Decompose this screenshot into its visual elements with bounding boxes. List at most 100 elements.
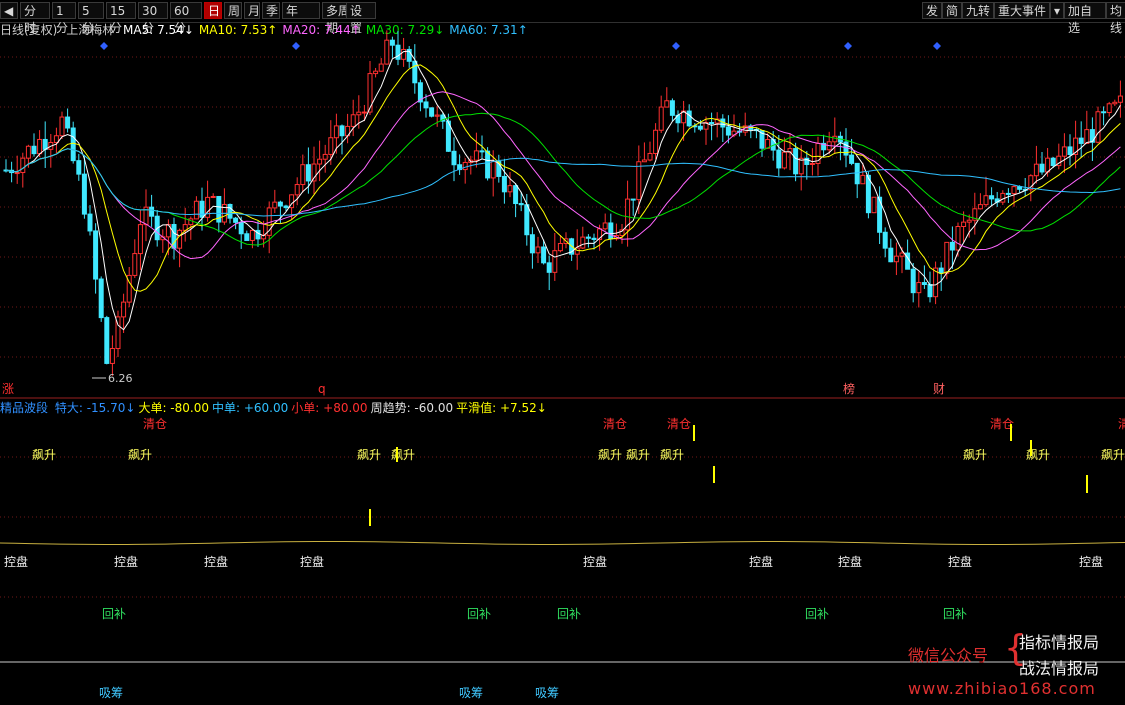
candle-body xyxy=(210,195,216,198)
candle-body xyxy=(949,241,955,251)
candle-body xyxy=(1050,157,1056,167)
candle-body xyxy=(854,162,860,185)
candle-body xyxy=(42,138,48,150)
huibu-signal-2: 回补 xyxy=(557,607,581,621)
candle-body xyxy=(479,150,485,153)
candle-body xyxy=(361,111,367,114)
candle-body xyxy=(557,243,563,252)
xichou-signal-0: 吸筹 xyxy=(99,686,123,700)
candle-body xyxy=(76,160,82,175)
candle-body xyxy=(776,149,782,169)
candle-body xyxy=(697,125,703,130)
candle-body xyxy=(31,145,37,155)
candle-body xyxy=(227,203,233,219)
candle-body xyxy=(910,268,916,294)
watermark-line-1: 指标情报局 xyxy=(1019,633,1100,652)
qingcang-signal-2: 清仓 xyxy=(667,417,691,431)
event-marker-2: 榜 xyxy=(843,381,855,396)
candle-body xyxy=(233,217,239,223)
huibu-signal-4: 回补 xyxy=(943,607,967,621)
candle-body xyxy=(1101,111,1107,114)
candle-body xyxy=(989,195,995,200)
candle-body xyxy=(983,195,989,206)
candle-body xyxy=(541,246,547,264)
candle-body xyxy=(272,201,278,209)
qingcang-signal-1: 清仓 xyxy=(603,417,627,431)
candle-body xyxy=(401,48,407,60)
watermark-url: www.zhibiao168.com xyxy=(908,679,1096,698)
kongpan-signal-4: 控盘 xyxy=(583,554,607,569)
candle-body xyxy=(37,138,43,155)
indicator-value-4: 周趋势: -60.00 xyxy=(370,401,454,415)
candle-body xyxy=(98,278,104,319)
candle-body xyxy=(585,236,591,239)
xichou-signal-2: 吸筹 xyxy=(535,686,559,700)
candle-body xyxy=(938,267,944,274)
candle-body xyxy=(529,234,535,254)
candle-body xyxy=(664,100,670,108)
piaosheng-signal-4: 飙升 xyxy=(598,447,622,462)
candle-body xyxy=(249,229,255,241)
candle-body xyxy=(669,100,675,116)
candle-body xyxy=(367,73,373,113)
candle-body xyxy=(462,161,468,171)
candle-body xyxy=(149,206,155,217)
candle-body xyxy=(283,205,289,209)
piaosheng-signal-8: 飙升 xyxy=(1026,447,1050,462)
candle-body xyxy=(25,145,31,159)
candle-body xyxy=(1005,192,1011,195)
kongpan-signal-1: 控盘 xyxy=(114,554,138,569)
candle-body xyxy=(641,159,647,163)
candle-body xyxy=(1117,95,1123,103)
candle-body xyxy=(333,125,339,139)
indicator-value-0: 特大: -15.70↓ xyxy=(54,401,136,415)
candle-body xyxy=(473,150,479,161)
candle-body xyxy=(423,101,429,109)
candle-body xyxy=(373,70,379,75)
indicator-info-bar: 精品波段 特大: -15.70↓ 大单: -80.00 中单: +60.00 小单: … xyxy=(0,400,553,416)
candle-body xyxy=(630,198,636,201)
candle-body xyxy=(860,174,866,185)
candle-body xyxy=(977,204,983,210)
candle-body xyxy=(647,152,653,161)
candle-body xyxy=(109,348,115,364)
xichou-signal-1: 吸筹 xyxy=(459,686,483,700)
watermark-line-2: 战法情报局 xyxy=(1019,659,1100,678)
indicator-value-2: 中单: +60.00 xyxy=(212,401,289,415)
piaosheng-signal-1: 飙升 xyxy=(128,447,152,462)
candle-body xyxy=(899,252,905,257)
ma-line-MA60 xyxy=(5,148,1121,217)
kongpan-signal-3: 控盘 xyxy=(300,554,324,569)
ma-line-MA5 xyxy=(5,50,1121,331)
candle-body xyxy=(893,255,899,263)
candle-body xyxy=(485,150,491,179)
candle-body xyxy=(1095,111,1101,143)
watermark-wechat-label: 微信公众号 xyxy=(908,646,989,665)
candle-body xyxy=(81,173,87,215)
candle-body xyxy=(832,135,838,143)
piaosheng-signal-2: 飙升 xyxy=(357,447,381,462)
candle-body xyxy=(87,213,93,232)
piaosheng-signal-3: 飙升 xyxy=(391,447,415,462)
candle-body xyxy=(709,122,715,125)
event-marker-1: q xyxy=(318,382,326,396)
candle-body xyxy=(1000,192,1006,203)
candle-body xyxy=(1033,163,1039,177)
candle-body xyxy=(944,241,950,274)
candle-body xyxy=(1011,186,1017,195)
candle-body xyxy=(300,164,306,186)
indicator-value-5: 平滑值: +7.52↓ xyxy=(456,401,547,415)
candle-body xyxy=(328,137,334,155)
candle-body xyxy=(490,161,496,179)
candle-body xyxy=(350,114,356,127)
candle-body xyxy=(658,106,664,131)
candle-body xyxy=(322,153,328,160)
candle-body xyxy=(244,233,250,241)
candle-body xyxy=(955,226,961,251)
kongpan-signal-5: 控盘 xyxy=(749,554,773,569)
huibu-signal-1: 回补 xyxy=(467,607,491,621)
candle-body xyxy=(1084,129,1090,144)
kongpan-signal-6: 控盘 xyxy=(838,554,862,569)
candle-body xyxy=(65,116,71,129)
candle-body xyxy=(518,203,524,206)
